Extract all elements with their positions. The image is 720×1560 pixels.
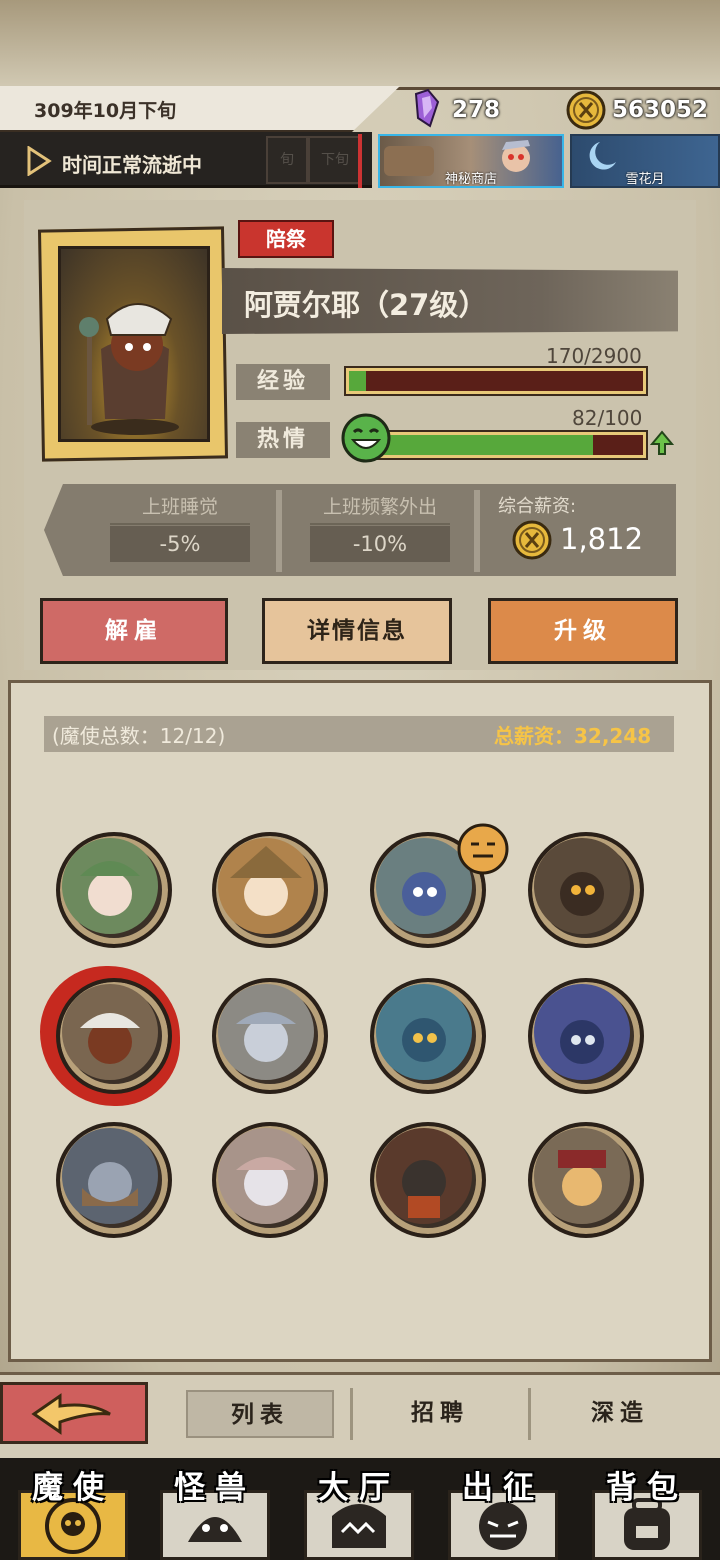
minion-avatar[interactable] <box>212 832 328 948</box>
minion-avatar[interactable] <box>370 978 486 1094</box>
divider <box>474 490 480 572</box>
minion-avatar[interactable] <box>528 832 644 948</box>
play-icon[interactable] <box>26 146 52 176</box>
effect-value: -10% <box>310 526 450 562</box>
hero-portrait-art <box>79 303 179 435</box>
happy-face-icon <box>341 413 391 463</box>
salary-value: 1,812 <box>560 522 644 556</box>
minion-portrait <box>376 984 472 1080</box>
crystal-count: 278 <box>452 97 501 123</box>
nav-minions[interactable]: 魔使 <box>4 1462 142 1560</box>
minion-portrait <box>218 984 314 1080</box>
time-status-text: 时间正常流逝中 <box>62 153 202 177</box>
divider <box>350 1388 353 1440</box>
time-tab-mid[interactable]: 旬 <box>266 136 308 184</box>
upgrade-button[interactable]: 升级 <box>488 598 678 664</box>
tab-list[interactable]: 列表 <box>186 1390 334 1438</box>
salary-label: 综合薪资: <box>498 496 577 517</box>
minion-portrait <box>62 1128 158 1224</box>
minion-avatar[interactable] <box>212 978 328 1094</box>
passion-label: 热情 <box>236 422 330 458</box>
game-date: 309年10月下旬 <box>34 100 177 122</box>
roster-total-salary: 总薪资：32,248 <box>494 724 652 748</box>
passion-value: 82/100 <box>572 406 643 430</box>
minion-avatar[interactable] <box>56 832 172 948</box>
minion-portrait <box>376 1128 472 1224</box>
passion-bar-fill <box>363 435 593 455</box>
time-tab-late[interactable]: 下旬 <box>308 136 362 184</box>
exp-bar <box>344 366 648 396</box>
minion-portrait <box>62 838 158 934</box>
minion-portrait <box>218 838 314 934</box>
minion-avatar[interactable] <box>528 978 644 1094</box>
nav-label: 大厅 <box>318 1470 400 1506</box>
minion-portrait <box>218 1128 314 1224</box>
nav-label: 怪兽 <box>174 1470 256 1506</box>
role-badge: 陪祭 <box>238 220 334 258</box>
roster-count: (魔使总数：12/12) <box>52 724 226 748</box>
effect-value: -5% <box>110 526 250 562</box>
top-frame-edge <box>0 0 720 90</box>
snow-month-label: 雪花月 <box>625 172 665 187</box>
time-marker <box>358 134 362 188</box>
effect-name: 上班睡觉 <box>110 492 250 525</box>
neutral-mood-icon <box>457 823 509 875</box>
hero-portrait[interactable] <box>58 246 210 442</box>
nav-label: 出征 <box>462 1470 544 1506</box>
gold-coin-icon <box>566 90 606 130</box>
nav-hall[interactable]: 大厅 <box>290 1462 428 1560</box>
gold-coin-icon <box>512 520 552 560</box>
minion-portrait <box>534 838 630 934</box>
minion-portrait <box>62 984 158 1080</box>
divider <box>276 490 282 572</box>
tab-deep[interactable]: 深造 <box>546 1390 694 1438</box>
nav-label: 魔使 <box>32 1470 114 1506</box>
passion-up-arrow-icon <box>650 430 674 455</box>
back-arrow-icon[interactable] <box>30 1392 114 1436</box>
nav-monsters[interactable]: 怪兽 <box>146 1462 284 1560</box>
divider <box>528 1388 531 1440</box>
effect-name: 上班频繁外出 <box>310 492 450 525</box>
hero-name: 阿贾尔耶（27级） <box>244 288 488 322</box>
minion-avatar[interactable] <box>528 1122 644 1238</box>
minion-avatar[interactable] <box>212 1122 328 1238</box>
passion-bar <box>358 430 648 460</box>
fire-button[interactable]: 解雇 <box>40 598 228 664</box>
minion-portrait <box>534 984 630 1080</box>
exp-value: 170/2900 <box>546 344 642 368</box>
minion-portrait <box>534 1128 630 1224</box>
exp-bar-fill <box>349 371 367 391</box>
minion-avatar-selected[interactable] <box>56 978 172 1094</box>
tab-recruit[interactable]: 招聘 <box>366 1390 514 1438</box>
coin-count: 563052 <box>612 97 709 123</box>
minion-avatar[interactable] <box>370 1122 486 1238</box>
nav-backpack[interactable]: 背包 <box>578 1462 716 1560</box>
mystery-shop-label: 神秘商店 <box>444 172 497 187</box>
exp-label: 经验 <box>236 364 330 400</box>
crystal-icon <box>414 88 440 128</box>
minion-avatar[interactable] <box>56 1122 172 1238</box>
detail-button[interactable]: 详情信息 <box>262 598 452 664</box>
nav-expedition[interactable]: 出征 <box>434 1462 572 1560</box>
nav-label: 背包 <box>606 1470 688 1506</box>
